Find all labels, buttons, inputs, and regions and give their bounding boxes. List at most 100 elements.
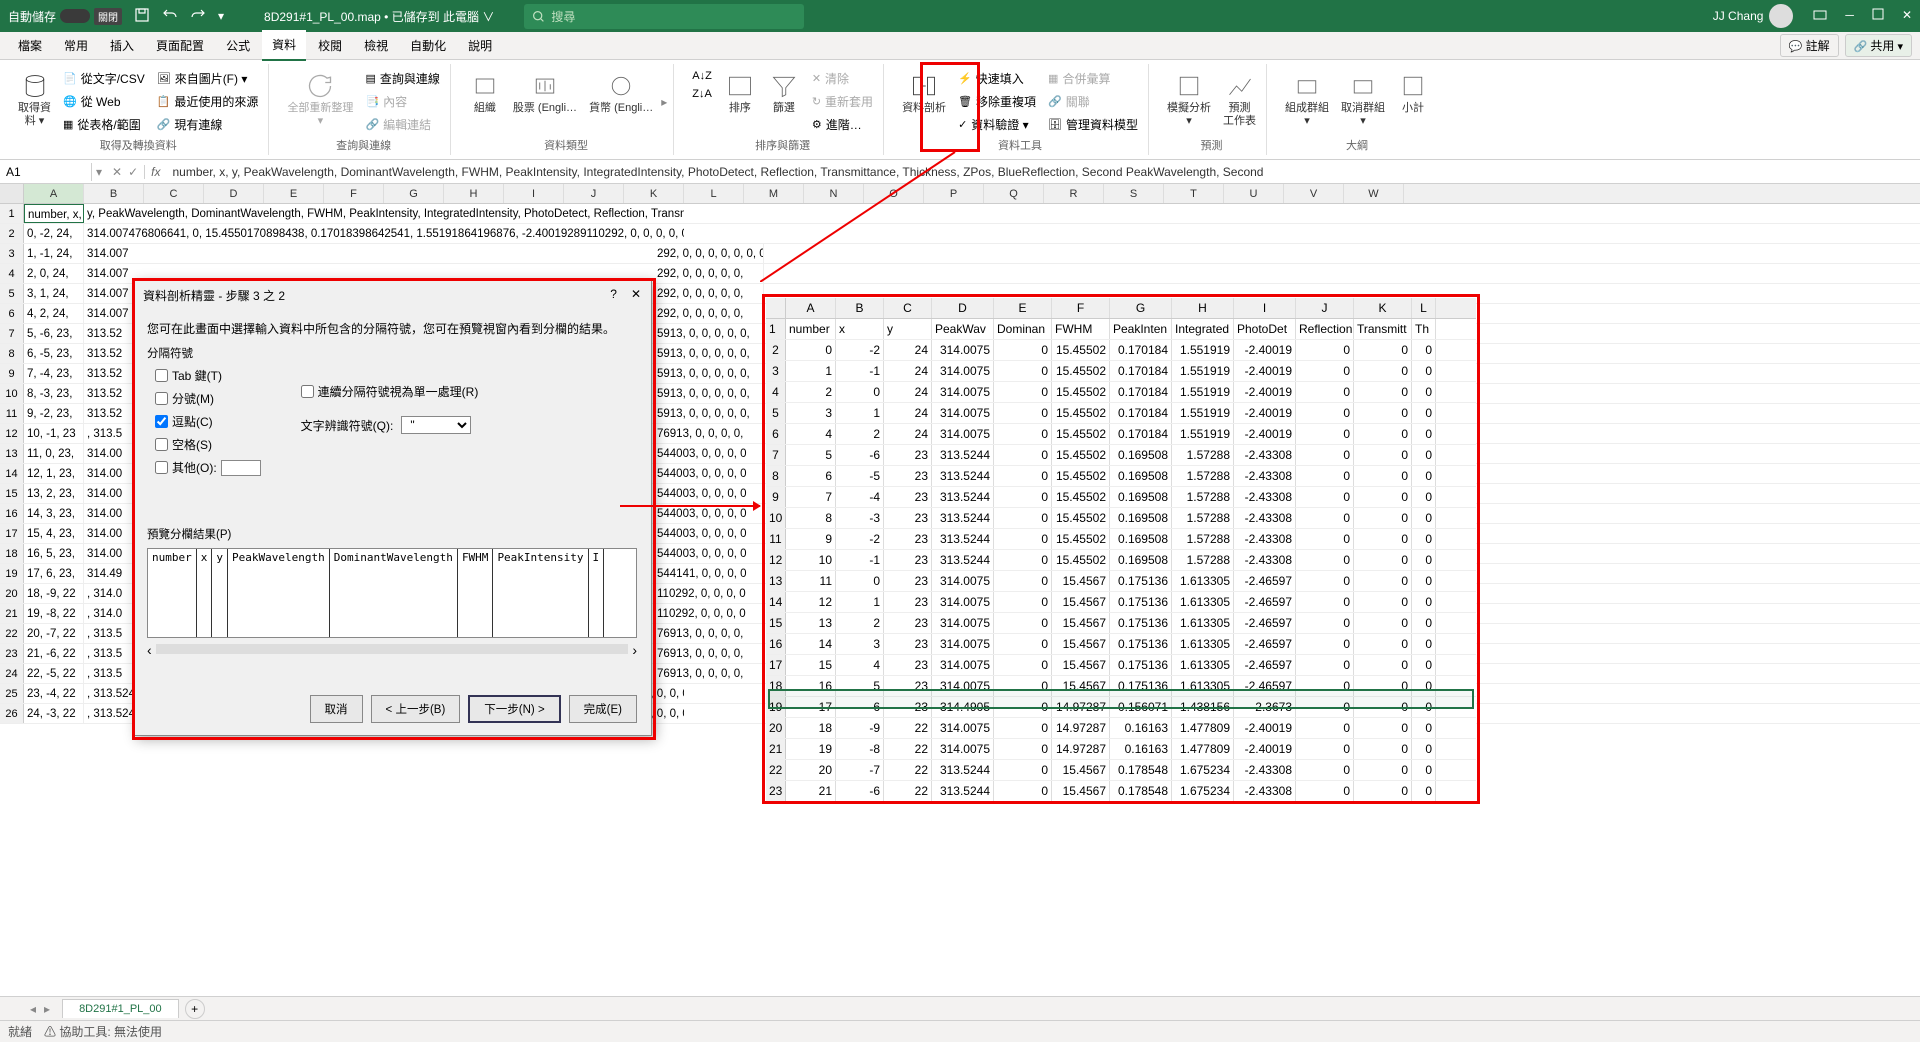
- tab-help[interactable]: 說明: [458, 31, 502, 60]
- org-type-btn[interactable]: 組織: [465, 68, 505, 119]
- flash-fill-btn[interactable]: ⚡快速填入: [954, 68, 1040, 89]
- cell[interactable]: number, x,: [24, 204, 84, 223]
- other-delim-input[interactable]: [221, 460, 261, 476]
- cell[interactable]: 13, 2, 23,: [24, 484, 84, 503]
- col-header[interactable]: Q: [984, 184, 1044, 203]
- cell-tail[interactable]: 5913, 0, 0, 0, 0, 0,: [654, 404, 764, 423]
- cell-tail[interactable]: 292, 0, 0, 0, 0, 0, 0, 0, 0, 0, 0, 0, 0: [654, 244, 764, 263]
- row-header[interactable]: 22: [0, 624, 24, 643]
- cell[interactable]: 11, 0, 23,: [24, 444, 84, 463]
- select-all-corner[interactable]: [0, 184, 24, 203]
- from-picture-btn[interactable]: 🖼來自圖片(F) ▾: [153, 68, 263, 89]
- fx-icon[interactable]: fx: [145, 165, 166, 179]
- ungroup-btn[interactable]: 取消群組 ▾: [1337, 68, 1389, 132]
- data-validation-btn[interactable]: ✓資料驗證 ▾: [954, 114, 1040, 135]
- col-header[interactable]: B: [84, 184, 144, 203]
- tab-checkbox[interactable]: Tab 鍵(T): [155, 367, 261, 384]
- sort-az-btn[interactable]: A↓Z: [688, 68, 716, 84]
- cell[interactable]: 0, -2, 24,: [24, 224, 84, 243]
- row-header[interactable]: 15: [0, 484, 24, 503]
- cell-tail[interactable]: 76913, 0, 0, 0, 0,: [654, 644, 764, 663]
- formula-input[interactable]: number, x, y, PeakWavelength, DominantWa…: [167, 163, 1920, 181]
- col-header[interactable]: G: [384, 184, 444, 203]
- relationships-btn[interactable]: 🔗關聯: [1044, 91, 1142, 112]
- cell-tail[interactable]: 76913, 0, 0, 0, 0,: [654, 664, 764, 683]
- col-header[interactable]: P: [924, 184, 984, 203]
- row-header[interactable]: 20: [0, 584, 24, 603]
- name-box[interactable]: A1: [0, 163, 92, 181]
- data-model-btn[interactable]: 🗄管理資料模型: [1044, 114, 1142, 135]
- col-header[interactable]: U: [1224, 184, 1284, 203]
- row-header[interactable]: 19: [0, 564, 24, 583]
- cell-tail[interactable]: 292, 0, 0, 0, 0, 0,: [654, 304, 764, 323]
- advanced-filter-btn[interactable]: ⚙進階…: [808, 114, 877, 135]
- dialog-help-icon[interactable]: ?: [610, 287, 617, 304]
- cell[interactable]: 23, -4, 22: [24, 684, 84, 703]
- text-to-columns-btn[interactable]: 資料剖析: [898, 68, 950, 119]
- col-header[interactable]: E: [264, 184, 324, 203]
- cell[interactable]: 19, -8, 22: [24, 604, 84, 623]
- cell[interactable]: 6, -5, 23,: [24, 344, 84, 363]
- cell[interactable]: 20, -7, 22: [24, 624, 84, 643]
- col-header[interactable]: W: [1344, 184, 1404, 203]
- cell-tail[interactable]: 5913, 0, 0, 0, 0, 0,: [654, 364, 764, 383]
- consecutive-checkbox[interactable]: 連續分隔符號視為單一處理(R): [301, 383, 479, 400]
- search-input[interactable]: 搜尋: [524, 4, 804, 29]
- row-header[interactable]: 8: [0, 344, 24, 363]
- cell[interactable]: 15, 4, 23,: [24, 524, 84, 543]
- cell[interactable]: 9, -2, 23,: [24, 404, 84, 423]
- tab-data[interactable]: 資料: [262, 30, 306, 61]
- cell[interactable]: 1, -1, 24,: [24, 244, 84, 263]
- row-header[interactable]: 9: [0, 364, 24, 383]
- col-header[interactable]: D: [204, 184, 264, 203]
- subtotal-btn[interactable]: 小計: [1393, 68, 1433, 119]
- from-table-btn[interactable]: ▦從表格/範圍: [59, 114, 149, 135]
- cell-tail[interactable]: 5913, 0, 0, 0, 0, 0,: [654, 384, 764, 403]
- cell[interactable]: 2, 0, 24,: [24, 264, 84, 283]
- dialog-close-icon[interactable]: ✕: [631, 287, 641, 304]
- col-header[interactable]: M: [744, 184, 804, 203]
- comma-checkbox[interactable]: 逗點(C): [155, 413, 261, 430]
- tab-insert[interactable]: 插入: [100, 31, 144, 60]
- cell-overflow[interactable]: y, PeakWavelength, DominantWavelength, F…: [84, 204, 684, 223]
- row-header[interactable]: 5: [0, 284, 24, 303]
- properties-btn[interactable]: 📑內容: [361, 91, 443, 112]
- cell-tail[interactable]: 544003, 0, 0, 0, 0: [654, 484, 764, 503]
- text-qualifier-select[interactable]: ": [401, 416, 471, 434]
- tab-home[interactable]: 常用: [54, 31, 98, 60]
- cell-tail[interactable]: 76913, 0, 0, 0, 0,: [654, 424, 764, 443]
- cell[interactable]: 4, 2, 24,: [24, 304, 84, 323]
- row-header[interactable]: 18: [0, 544, 24, 563]
- row-header[interactable]: 7: [0, 324, 24, 343]
- cell-tail[interactable]: 544003, 0, 0, 0, 0: [654, 464, 764, 483]
- col-header[interactable]: R: [1044, 184, 1104, 203]
- tab-formulas[interactable]: 公式: [216, 31, 260, 60]
- cell[interactable]: 14, 3, 23,: [24, 504, 84, 523]
- cell-tail[interactable]: 292, 0, 0, 0, 0, 0,: [654, 284, 764, 303]
- col-header[interactable]: T: [1164, 184, 1224, 203]
- row-header[interactable]: 21: [0, 604, 24, 623]
- cell-tail[interactable]: 544003, 0, 0, 0, 0: [654, 444, 764, 463]
- other-checkbox[interactable]: 其他(O):: [155, 459, 261, 476]
- row-header[interactable]: 12: [0, 424, 24, 443]
- clear-filter-btn[interactable]: ✕清除: [808, 68, 877, 89]
- sheet-tab[interactable]: 8D291#1_PL_00: [62, 999, 179, 1018]
- col-header[interactable]: I: [504, 184, 564, 203]
- cell-tail[interactable]: 544141, 0, 0, 0, 0: [654, 564, 764, 583]
- filter-btn[interactable]: 篩選: [764, 68, 804, 119]
- row-header[interactable]: 17: [0, 524, 24, 543]
- queries-btn[interactable]: ▤查詢與連線: [361, 68, 443, 89]
- cell[interactable]: 12, 1, 23,: [24, 464, 84, 483]
- semicolon-checkbox[interactable]: 分號(M): [155, 390, 261, 407]
- cell-overflow[interactable]: 314.007476806641, 0, 15.4550170898438, 0…: [84, 224, 684, 243]
- filename[interactable]: 8D291#1_PL_00.map • 已儲存到 此電腦 ∨: [264, 8, 494, 25]
- row-header[interactable]: 3: [0, 244, 24, 263]
- reapply-btn[interactable]: ↻重新套用: [808, 91, 877, 112]
- cell-overflow[interactable]: 314.007: [84, 244, 684, 263]
- enter-fx-icon[interactable]: ✓: [128, 165, 138, 179]
- tab-file[interactable]: 檔案: [8, 31, 52, 60]
- tab-view[interactable]: 檢視: [354, 31, 398, 60]
- cell[interactable]: 22, -5, 22: [24, 664, 84, 683]
- edit-links-btn[interactable]: 🔗編輯連結: [361, 114, 443, 135]
- new-sheet-btn[interactable]: +: [185, 999, 205, 1019]
